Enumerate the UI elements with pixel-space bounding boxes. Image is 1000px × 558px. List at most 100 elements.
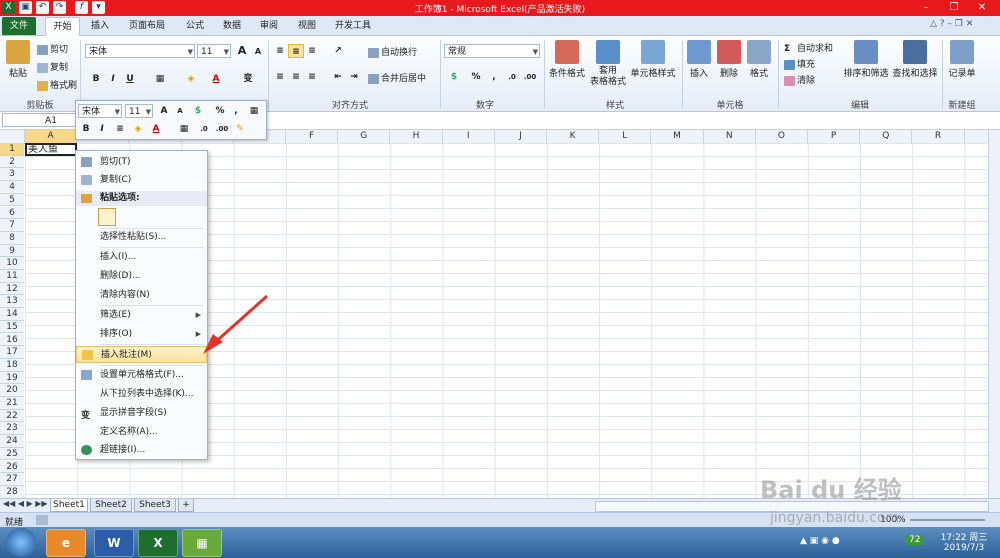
sheet-tab-3[interactable]: Sheet3 [134, 499, 176, 512]
menu-item-filter[interactable]: 筛选(E) ▶ [76, 307, 207, 324]
column-header[interactable]: G [338, 130, 391, 143]
restore-icon[interactable]: ❐ [940, 0, 968, 16]
row-header[interactable]: 26 [0, 460, 24, 474]
sort-filter-button[interactable]: 排序和筛选 [843, 40, 889, 79]
font-size-combo[interactable]: 11 ▼ [197, 44, 231, 58]
cell-a1[interactable]: 美人鱼 [25, 143, 77, 156]
currency-icon[interactable]: $ [446, 70, 462, 84]
row-header[interactable]: 1 [0, 143, 24, 156]
menu-item-delete[interactable]: 删除(D)... [76, 268, 207, 285]
align-middle-icon[interactable]: ≡ [288, 44, 304, 58]
cut-button[interactable]: 剪切 [37, 42, 68, 55]
align-top-icon[interactable]: ≡ [272, 44, 288, 58]
tab-data[interactable]: 数据 [217, 17, 247, 35]
bold-button[interactable]: B [88, 72, 104, 86]
font-color-button[interactable]: A [208, 72, 224, 86]
align-center-icon[interactable]: ≡ [288, 70, 304, 84]
column-header[interactable]: I [443, 130, 495, 143]
tab-review[interactable]: 审阅 [254, 17, 284, 35]
column-header[interactable]: K [547, 130, 600, 143]
clock[interactable]: 17:22 周三 2019/7/3 [934, 530, 994, 553]
mini-shrink-font-icon[interactable]: A [172, 104, 188, 118]
tab-view[interactable]: 视图 [292, 17, 322, 35]
start-button-icon[interactable] [6, 528, 36, 557]
record-form-button[interactable]: 记录单 [945, 40, 979, 79]
mini-currency-icon[interactable]: $ [190, 104, 206, 118]
row-header[interactable]: 28 [0, 485, 24, 499]
column-header[interactable]: A [25, 130, 78, 143]
column-header[interactable]: J [495, 130, 547, 143]
phonetic-button[interactable]: 变 [240, 72, 256, 86]
mini-increase-decimal-icon[interactable]: .0 [196, 122, 212, 136]
row-header[interactable]: 2 [0, 155, 24, 169]
shrink-font-button[interactable]: A [250, 45, 266, 59]
clear-button[interactable]: 清除 [784, 73, 815, 86]
row-header[interactable]: 4 [0, 181, 24, 194]
menu-item-phonetic[interactable]: 变显示拼音字段(S) [76, 405, 207, 422]
column-header[interactable]: Q [860, 130, 913, 143]
paste-option-clipboard-icon[interactable] [98, 208, 116, 226]
row-header[interactable]: 18 [0, 358, 24, 372]
align-right-icon[interactable]: ≡ [304, 70, 320, 84]
row-header[interactable]: 14 [0, 308, 24, 321]
minimize-icon[interactable]: – [912, 0, 940, 16]
taskbar-image-viewer-icon[interactable]: ▦ [182, 529, 222, 557]
menu-item-clear-contents[interactable]: 清除内容(N) [76, 287, 207, 304]
find-select-button[interactable]: 查找和选择 [891, 40, 939, 79]
row-header[interactable]: 20 [0, 384, 24, 397]
taskbar-word-icon[interactable]: W [94, 529, 134, 557]
tab-insert[interactable]: 插入 [85, 17, 115, 35]
merge-center-button[interactable]: 合并后居中 [368, 71, 426, 84]
row-header[interactable]: 3 [0, 168, 24, 182]
vertical-scrollbar[interactable] [988, 130, 1000, 498]
mini-font-combo[interactable]: 宋体 ▼ [78, 104, 122, 118]
row-header[interactable]: 24 [0, 435, 24, 448]
tab-formulas[interactable]: 公式 [180, 17, 210, 35]
mini-italic-button[interactable]: I [94, 122, 110, 136]
decrease-decimal-icon[interactable]: .00 [522, 70, 538, 84]
macro-record-icon[interactable] [36, 515, 48, 525]
menu-item-define-name[interactable]: 定义名称(A)... [76, 424, 207, 441]
fill-color-icon[interactable]: ◈ [183, 72, 199, 86]
row-header[interactable]: 9 [0, 244, 24, 258]
row-header[interactable]: 10 [0, 257, 24, 270]
column-header[interactable]: O [756, 130, 808, 143]
ribbon-help-icons[interactable]: △ ? – ❐ ✕ [930, 19, 973, 29]
border-icon[interactable]: ▦ [152, 72, 168, 86]
mini-grow-font-icon[interactable]: A [156, 104, 172, 118]
mini-decrease-decimal-icon[interactable]: .00 [214, 122, 230, 136]
row-header[interactable]: 19 [0, 371, 24, 385]
row-header[interactable]: 6 [0, 206, 24, 220]
tab-page-layout[interactable]: 页面布局 [124, 17, 170, 35]
column-header[interactable]: R [912, 130, 965, 143]
close-icon[interactable]: ✕ [968, 0, 996, 16]
row-header[interactable]: 5 [0, 193, 24, 207]
delete-cells-button[interactable]: 删除 [716, 40, 742, 79]
wrap-text-button[interactable]: 自动换行 [368, 45, 417, 58]
number-format-combo[interactable]: 常规 ▼ [444, 44, 540, 58]
format-as-table-button[interactable]: 套用 表格格式 [590, 40, 626, 88]
column-header[interactable]: L [599, 130, 652, 143]
sheet-nav-icons[interactable]: ◀◀ ◀ ▶ ▶▶ [3, 499, 48, 508]
menu-item-sort[interactable]: 排序(O) ▶ [76, 326, 207, 343]
select-all-corner[interactable] [0, 130, 25, 143]
row-header[interactable]: 23 [0, 422, 24, 436]
underline-button[interactable]: U [122, 72, 138, 86]
row-header[interactable]: 11 [0, 270, 24, 283]
mini-fill-color-icon[interactable]: ◈ [130, 122, 146, 136]
menu-item-insert-comment[interactable]: 插入批注(M) [76, 346, 207, 363]
tab-developer[interactable]: 开发工具 [330, 17, 376, 35]
row-header[interactable]: 21 [0, 397, 24, 410]
mini-size-combo[interactable]: 11 ▼ [125, 104, 153, 118]
menu-item-format-cells[interactable]: 设置单元格格式(F)... [76, 367, 207, 384]
row-header[interactable]: 27 [0, 473, 24, 486]
column-header[interactable]: P [808, 130, 861, 143]
menu-item-cut[interactable]: 剪切(T) [76, 154, 207, 171]
tab-home[interactable]: 开始 [45, 17, 80, 36]
tray-icons[interactable]: ▲ ▣ ◉ ● [800, 536, 840, 546]
fill-button[interactable]: 填充 [784, 57, 815, 70]
grow-font-button[interactable]: A [234, 44, 250, 58]
conditional-format-button[interactable]: 条件格式 [547, 40, 587, 79]
decrease-indent-icon[interactable]: ⇤ [330, 70, 346, 84]
menu-item-pick-list[interactable]: 从下拉列表中选择(K)... [76, 386, 207, 403]
